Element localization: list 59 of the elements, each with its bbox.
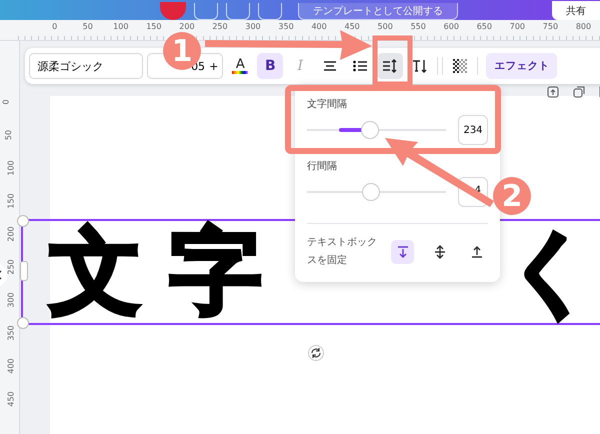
ruler-label: 500 [376,21,394,33]
align-bottom-icon [470,246,483,258]
slider-label: 文字間隔 [307,98,348,111]
publish-template-button[interactable]: テンプレートとして公開する [298,3,458,20]
italic-icon: I [298,59,304,73]
effect-button[interactable]: エフェクト [486,53,558,79]
ruler-label: 150 [145,21,162,33]
ruler-label: 300 [8,292,16,308]
spacing-icon [382,59,398,73]
resize-handle[interactable] [17,317,30,329]
ruler-label: 100 [112,21,130,33]
ruler-label: 400 [310,21,328,33]
bold-button[interactable]: B [257,53,284,79]
ruler-label: 150 [8,193,16,209]
ruler-label: 550 [410,21,427,33]
font-field[interactable]: 源柔ゴシック [29,53,144,79]
anchor-top-button[interactable] [391,240,414,264]
ruler-label: 250 [211,21,229,33]
ruler-label: 350 [8,325,16,341]
align-middle-icon [434,245,446,259]
resize-handle[interactable] [17,215,30,227]
ruler-label: 350 [277,21,295,33]
increase-size-button[interactable]: + [209,60,218,72]
ruler-label: 100 [8,160,16,176]
share-button[interactable]: 共有 [552,1,600,20]
list-icon [353,60,368,72]
align-top-icon [396,246,409,258]
ruler-label: 0 [2,99,11,105]
slider-thumb[interactable] [362,183,380,201]
ruler-label: 50 [5,130,14,140]
ruler-label: 400 [8,358,16,374]
ruler-label: 50 [82,21,94,33]
ruler-label: 200 [8,226,16,242]
spacing-button[interactable] [377,53,404,79]
rotate-icon[interactable] [308,345,324,361]
ruler-label: 0 [51,21,58,33]
upload-icon[interactable] [547,86,560,98]
ruler-label: 200 [178,21,196,33]
ruler-label: 300 [244,21,262,33]
bold-icon: B [264,59,276,73]
checkerboard-icon [453,59,468,73]
anchor-label: テキストボックスを固定 [307,236,378,268]
ruler-label: 600 [442,21,460,33]
vertical-text-icon [412,59,428,73]
slider-label: 行間隔 [307,160,338,173]
ruler-label: 800 [574,21,592,33]
text-color-button[interactable]: A [227,53,254,79]
duplicate-icon[interactable] [573,86,586,98]
ruler-label: 250 [8,259,16,275]
align-center-icon [323,60,338,72]
notification-badge [160,2,186,20]
value-field[interactable]: 234 [458,115,488,145]
ruler-label: 750 [542,21,560,33]
resize-handle[interactable] [20,261,28,281]
ruler-label: 650 [476,21,493,33]
slider-thumb[interactable] [360,121,379,139]
ruler-label: 700 [508,21,526,33]
ruler-label: 450 [344,21,361,33]
ruler-label: 450 [8,391,16,407]
